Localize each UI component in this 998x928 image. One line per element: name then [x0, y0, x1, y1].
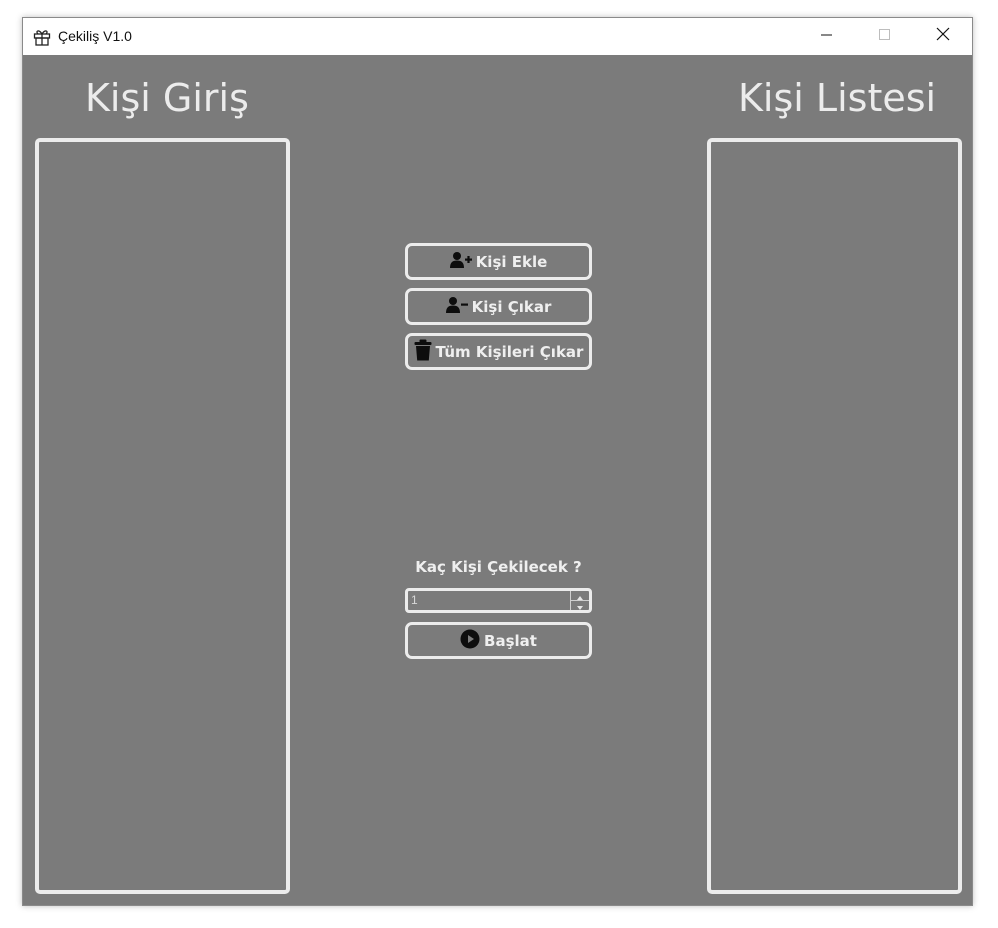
- start-label: Başlat: [484, 631, 537, 650]
- add-person-label: Kişi Ekle: [475, 252, 548, 271]
- spinner-arrows: [570, 591, 589, 610]
- chevron-down-icon: [577, 597, 583, 615]
- close-icon: [936, 27, 950, 46]
- title-bar[interactable]: Çekiliş V1.0: [23, 18, 972, 55]
- draw-count-spinner[interactable]: 1: [405, 588, 592, 613]
- maximize-button[interactable]: [856, 18, 914, 55]
- draw-count-label: Kaç Kişi Çekilecek ?: [415, 558, 582, 576]
- add-person-button[interactable]: Kişi Ekle: [405, 243, 592, 280]
- person-entry-textbox[interactable]: [35, 138, 290, 894]
- play-circle-icon: [460, 629, 480, 653]
- remove-person-label: Kişi Çıkar: [471, 297, 552, 316]
- person-list-heading: Kişi Listesi: [738, 76, 937, 120]
- person-listbox[interactable]: [707, 138, 962, 894]
- remove-all-people-button[interactable]: Tüm Kişileri Çıkar: [405, 333, 592, 370]
- close-button[interactable]: [914, 18, 972, 55]
- user-plus-icon: [449, 251, 472, 273]
- app-window: Çekiliş V1.0 Kişi Giriş Kişi Listesi Kiş…: [22, 17, 973, 906]
- remove-all-people-label: Tüm Kişileri Çıkar: [435, 342, 584, 361]
- minimize-button[interactable]: [798, 18, 856, 55]
- minimize-icon: [821, 28, 833, 46]
- gift-icon: [32, 27, 52, 47]
- main-area: Kişi Giriş Kişi Listesi Kişi Ekle Kişi Ç…: [23, 55, 972, 905]
- maximize-icon: [879, 28, 891, 46]
- window-title: Çekiliş V1.0: [58, 28, 132, 44]
- person-entry-heading: Kişi Giriş: [85, 76, 249, 120]
- spinner-down-button[interactable]: [571, 601, 589, 610]
- trash-icon: [414, 339, 432, 365]
- start-button[interactable]: Başlat: [405, 622, 592, 659]
- remove-person-button[interactable]: Kişi Çıkar: [405, 288, 592, 325]
- user-minus-icon: [445, 296, 468, 318]
- draw-count-value[interactable]: 1: [411, 593, 418, 607]
